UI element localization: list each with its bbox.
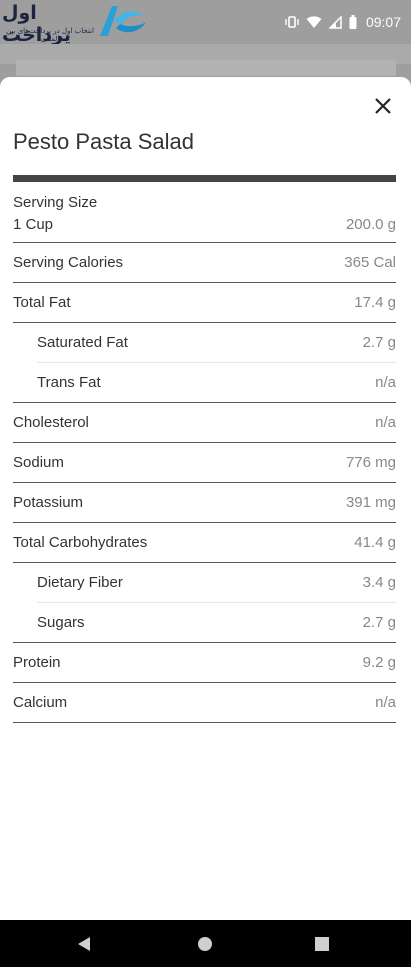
battery-icon <box>349 15 357 29</box>
nutrient-value: n/a <box>375 414 396 431</box>
serving-size-value: 200.0 g <box>345 216 396 233</box>
nutrient-value: 3.4 g <box>362 574 396 591</box>
nutrient-value: n/a <box>375 374 396 391</box>
nutrient-row: Calcium n/a <box>13 683 396 723</box>
nutrient-name: Potassium <box>13 494 84 511</box>
nutrition-table: Serving Size 1 Cup 200.0 g Serving Calor… <box>13 182 396 723</box>
nutrient-row: Protein 9.2 g <box>13 643 396 683</box>
nutrient-subrow: Dietary Fiber 3.4 g <box>37 563 396 603</box>
nutrient-name: Serving Calories <box>13 254 124 271</box>
nutrient-subrow: Sugars 2.7 g <box>37 603 396 642</box>
close-button[interactable] <box>370 93 396 119</box>
background-card <box>16 60 396 76</box>
nutrient-name: Sugars <box>37 614 85 631</box>
status-icons: 09:07 <box>285 0 401 44</box>
nutrient-subrow: Trans Fat n/a <box>37 363 396 402</box>
nutrient-name: Cholesterol <box>13 414 89 431</box>
vibrate-icon <box>285 16 299 28</box>
signal-icon <box>328 15 342 29</box>
back-button[interactable] <box>74 934 94 954</box>
serving-size-row: Serving Size 1 Cup 200.0 g <box>13 182 396 243</box>
nutrient-name: Saturated Fat <box>37 334 128 351</box>
recents-icon[interactable] <box>314 936 330 952</box>
home-icon[interactable] <box>197 936 213 952</box>
nutrient-value: 365 Cal <box>344 254 396 271</box>
nutrient-row: Potassium 391 mg <box>13 483 396 523</box>
nutrient-name: Calcium <box>13 694 68 711</box>
nutrient-name: Sodium <box>13 454 64 471</box>
nutrient-row: Serving Calories 365 Cal <box>13 243 396 283</box>
nutrient-row: Total Fat 17.4 g <box>13 283 396 323</box>
nutrient-value: 9.2 g <box>362 654 396 671</box>
back-icon[interactable] <box>76 936 92 952</box>
nutrient-value: 2.7 g <box>362 614 396 631</box>
title-divider <box>13 175 396 182</box>
logo-mark-icon <box>100 6 146 36</box>
serving-size-label: Serving Size <box>13 194 98 211</box>
clock: 09:07 <box>365 14 401 30</box>
wifi-icon <box>306 16 322 28</box>
nutrient-value: 776 mg <box>345 454 396 471</box>
nutrient-value: 2.7 g <box>362 334 396 351</box>
logo: اول پرداخت انتخاب اول در پرداخت‌های بین … <box>0 0 160 46</box>
nutrient-name: Dietary Fiber <box>37 574 123 591</box>
nutrient-name: Trans Fat <box>37 374 101 391</box>
serving-size-unit: 1 Cup <box>13 216 54 233</box>
nutrient-name: Total Fat <box>13 294 71 311</box>
nutrient-value: n/a <box>375 694 396 711</box>
nutrient-row: Cholesterol n/a <box>13 403 396 443</box>
nutrition-sheet: Pesto Pasta Salad Serving Size 1 Cup 200… <box>0 77 411 920</box>
nutrient-value: 41.4 g <box>354 534 396 551</box>
logo-subtext: انتخاب اول در پرداخت‌های بین المللی <box>6 27 94 43</box>
close-icon[interactable] <box>374 97 392 115</box>
nutrient-name: Total Carbohydrates <box>13 534 148 551</box>
nutrient-subrow: Saturated Fat 2.7 g <box>37 323 396 363</box>
page-title: Pesto Pasta Salad <box>13 129 195 154</box>
nutrient-row: Sodium 776 mg <box>13 443 396 483</box>
home-button[interactable] <box>195 934 215 954</box>
status-bar: اول پرداخت انتخاب اول در پرداخت‌های بین … <box>0 0 411 46</box>
nutrient-row: Total Carbohydrates 41.4 g <box>13 523 396 563</box>
navigation-bar <box>0 920 411 967</box>
nutrient-value: 391 mg <box>345 494 396 511</box>
nutrient-name: Protein <box>13 654 61 671</box>
nutrient-value: 17.4 g <box>354 294 396 311</box>
recents-button[interactable] <box>312 934 332 954</box>
